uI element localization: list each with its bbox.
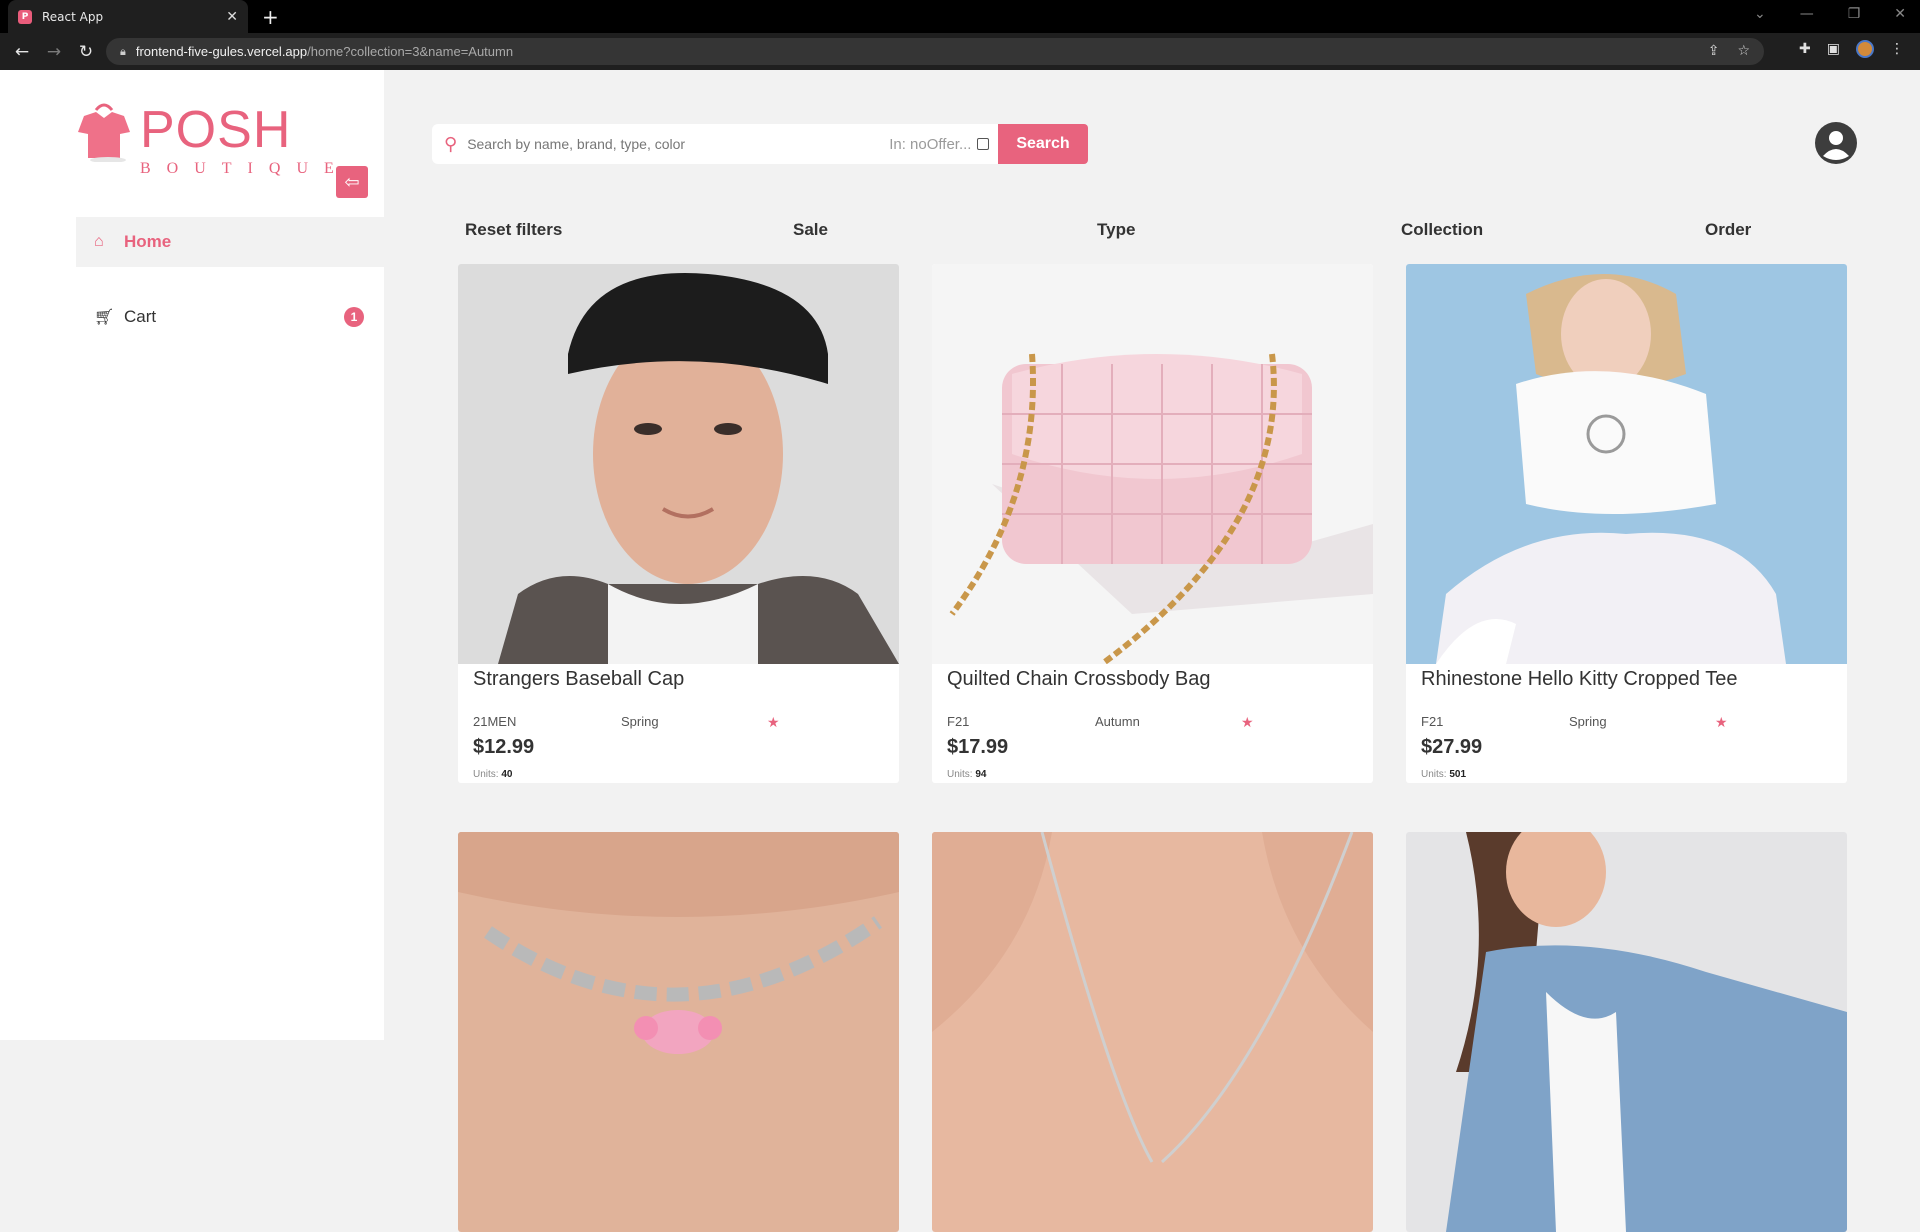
product-image xyxy=(932,832,1373,1232)
product-image xyxy=(458,264,899,664)
brand-name: POSH xyxy=(140,101,292,159)
product-card[interactable] xyxy=(458,832,899,1232)
units-value: 94 xyxy=(975,769,987,780)
brand-subtitle: BOUTIQUE xyxy=(140,160,350,177)
restore-button[interactable]: ❐ xyxy=(1848,6,1861,22)
new-tab-button[interactable]: + xyxy=(262,5,279,29)
units-label: Units: xyxy=(1421,769,1447,780)
search-bar: ⚲ In: noOffer... xyxy=(432,124,1088,164)
posh-boutique-logo[interactable]: POSH BOUTIQUE xyxy=(76,96,334,186)
product-meta: F21 Spring ★ xyxy=(1406,714,1847,734)
cart-icon: 🛒︎ xyxy=(94,309,115,326)
product-name: Quilted Chain Crossbody Bag xyxy=(947,668,1211,690)
units-label: Units: xyxy=(947,769,973,780)
product-card[interactable]: Strangers Baseball Cap 21MEN Spring ★ $1… xyxy=(458,264,899,783)
product-brand: F21 xyxy=(947,714,970,729)
product-price: $12.99 xyxy=(473,736,535,758)
share-icon[interactable]: ⇪ xyxy=(1708,43,1720,59)
product-brand: F21 xyxy=(1421,714,1444,729)
product-card[interactable]: Rhinestone Hello Kitty Cropped Tee F21 S… xyxy=(1406,264,1847,783)
product-season: Spring xyxy=(621,714,659,729)
browser-tabstrip: P React App ✕ + ⌄ — ❐ ✕ xyxy=(0,0,1920,33)
favorite-star-icon[interactable]: ★ xyxy=(767,714,780,731)
tab-search-icon[interactable]: ⌄ xyxy=(1754,6,1766,22)
product-card[interactable] xyxy=(932,832,1373,1232)
product-card[interactable]: Quilted Chain Crossbody Bag F21 Autumn ★… xyxy=(932,264,1373,783)
shopping-bag-shirt-icon xyxy=(78,103,130,162)
profile-avatar[interactable] xyxy=(1856,40,1874,58)
units-value: 501 xyxy=(1449,769,1467,780)
offer-filter-checkbox[interactable] xyxy=(977,138,990,150)
sidebar: POSH BOUTIQUE ⇦ ⌂ Home 🛒︎ Cart 1 xyxy=(0,70,384,1040)
browser-tab[interactable]: P React App ✕ xyxy=(8,0,248,33)
reload-icon[interactable]: ↻ xyxy=(70,42,102,62)
back-arrow-icon[interactable]: ← xyxy=(6,42,38,62)
search-icon: ⚲ xyxy=(444,133,458,155)
favorite-star-icon[interactable]: ★ xyxy=(1715,714,1728,731)
product-season: Autumn xyxy=(1095,714,1140,729)
extensions-puzzle-icon[interactable]: ✚ xyxy=(1799,41,1811,57)
avatar-silhouette xyxy=(1823,131,1849,160)
product-units: Units: 40 xyxy=(473,769,899,783)
product-image xyxy=(458,832,899,1232)
bookmark-star-icon[interactable]: ☆ xyxy=(1737,43,1750,59)
product-units: Units: 94 xyxy=(947,769,1373,783)
product-name: Rhinestone Hello Kitty Cropped Tee xyxy=(1421,668,1738,690)
units-label: Units: xyxy=(473,769,499,780)
browser-toolbar: ← → ↻ 🔒︎ frontend-five-gules.vercel.app /… xyxy=(0,33,1920,70)
search-button[interactable]: Search xyxy=(998,124,1088,164)
extension-area: ✚ ▣ ⋮ xyxy=(1799,40,1904,58)
type-filter[interactable]: Type xyxy=(1097,220,1135,240)
window-controls: ⌄ — ❐ ✕ xyxy=(1754,6,1906,22)
close-window-button[interactable]: ✕ xyxy=(1894,6,1906,22)
address-bar[interactable]: 🔒︎ frontend-five-gules.vercel.app/home?c… xyxy=(106,38,1764,65)
sidebar-item-cart[interactable]: 🛒︎ Cart 1 xyxy=(76,292,384,342)
cart-count-badge: 1 xyxy=(344,307,364,327)
product-season: Spring xyxy=(1569,714,1607,729)
minimize-button[interactable]: — xyxy=(1800,6,1814,22)
forward-arrow-icon[interactable]: → xyxy=(38,42,70,62)
product-image xyxy=(1406,264,1847,664)
offer-filter-label: In: noOffer... xyxy=(889,135,972,153)
product-price: $17.99 xyxy=(947,736,1009,758)
order-filter[interactable]: Order xyxy=(1705,220,1751,240)
sidebar-item-label: Cart xyxy=(124,307,157,326)
user-account-icon[interactable] xyxy=(1815,122,1857,164)
url-path: /home?collection=3&name=Autumn xyxy=(307,44,514,59)
search-input[interactable] xyxy=(467,136,868,152)
collection-filter[interactable]: Collection xyxy=(1401,220,1483,240)
page-content: POSH BOUTIQUE ⇦ ⌂ Home 🛒︎ Cart 1 ⚲ In: n… xyxy=(0,70,1920,1232)
product-price: $27.99 xyxy=(1421,736,1483,758)
tab-close-icon[interactable]: ✕ xyxy=(226,9,238,25)
product-meta: F21 Autumn ★ xyxy=(932,714,1373,734)
reset-filters-button[interactable]: Reset filters xyxy=(465,220,562,240)
tab-title: React App xyxy=(42,9,104,24)
product-meta: 21MEN Spring ★ xyxy=(458,714,899,734)
favorite-star-icon[interactable]: ★ xyxy=(1241,714,1254,731)
arrow-left-icon: ⇦ xyxy=(344,171,360,193)
lock-icon[interactable]: 🔒︎ xyxy=(120,45,126,59)
url-host: frontend-five-gules.vercel.app xyxy=(135,44,308,59)
product-units: Units: 501 xyxy=(1421,769,1847,783)
units-value: 40 xyxy=(501,769,513,780)
product-card[interactable] xyxy=(1406,832,1847,1232)
react-favicon-icon: P xyxy=(18,9,32,24)
filter-bar: Reset filters Sale Type Collection Order xyxy=(0,220,1920,240)
product-image xyxy=(932,264,1373,664)
product-brand: 21MEN xyxy=(473,714,517,729)
collapse-sidebar-button[interactable]: ⇦ xyxy=(336,166,368,198)
sale-filter[interactable]: Sale xyxy=(793,220,828,240)
side-panel-icon[interactable]: ▣ xyxy=(1827,41,1840,57)
omnibox-actions: ⇪ ☆ xyxy=(1708,43,1750,59)
browser-menu-icon[interactable]: ⋮ xyxy=(1890,41,1904,57)
product-name: Strangers Baseball Cap xyxy=(473,668,685,690)
product-image xyxy=(1406,832,1847,1232)
